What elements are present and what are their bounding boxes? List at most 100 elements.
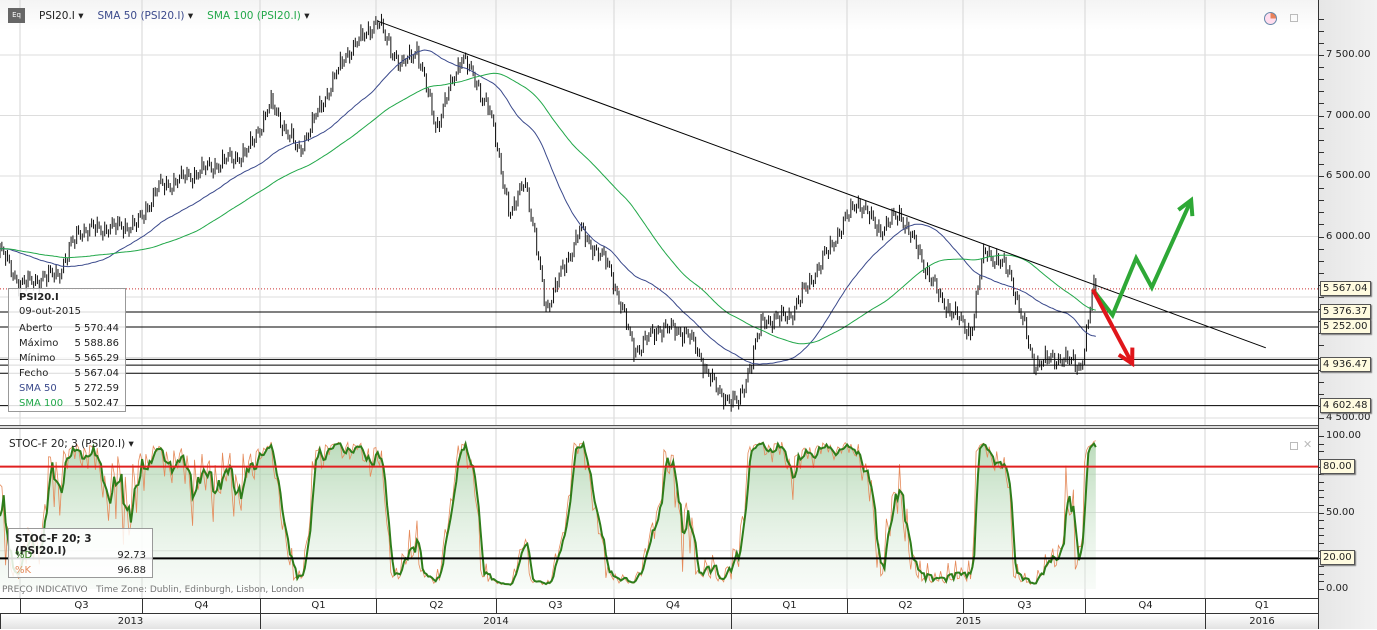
quarter-label: Q1 [260, 599, 376, 613]
close-icon[interactable]: ✕ [1303, 438, 1312, 451]
axis-tick [1318, 451, 1324, 453]
maximize-icon[interactable] [1290, 14, 1298, 22]
info-row: Mínimo 5 565.29 [19, 351, 119, 366]
info-row-value: 5 272.59 [74, 383, 119, 394]
stoch-d-label: %D [15, 550, 33, 561]
footer-timezone: Time Zone: Dublin, Edinburgh, Lisbon, Lo… [96, 585, 305, 595]
axis-tick [1318, 520, 1324, 522]
axis-tick [1318, 581, 1324, 583]
axis-tick [1318, 248, 1324, 250]
legend-stoch-label: STOC-F 20; 3 (PSI20.I) [9, 438, 126, 450]
axis-tick [1318, 91, 1324, 93]
band-value-box: 80.00 [1320, 458, 1355, 474]
axis-tick [1318, 381, 1324, 383]
level-price-box: 4 936.47 [1320, 357, 1371, 373]
axis-label-stoch: 50.00 [1326, 506, 1355, 518]
info-row-label: SMA 100 [19, 398, 64, 409]
axis-tick [1318, 42, 1324, 44]
legend-stoch[interactable]: STOC-F 20; 3 (PSI20.I) ▾ [9, 438, 134, 450]
band-value-box: 20.00 [1320, 550, 1355, 566]
axis-tick [1318, 79, 1324, 81]
axis-tick [1318, 345, 1324, 347]
stoch-k-label: %K [15, 565, 32, 576]
info-row-label: Aberto [19, 323, 53, 334]
info-row: Aberto 5 570.44 [19, 321, 119, 336]
quarter-label: Q2 [376, 599, 496, 613]
quarter-label: Q2 [847, 599, 963, 613]
level-price-box: 4 602.48 [1320, 397, 1371, 413]
axis-tick [1318, 127, 1324, 129]
year-label: 2015 [731, 613, 1205, 629]
legend-symbol-label: PSI20.I [39, 9, 75, 22]
price-info-box: PSI20.I 09-out-2015 Aberto 5 570.44 Máximo… [8, 288, 126, 412]
info-row: Fecho 5 567.04 [19, 366, 119, 381]
legend-symbol[interactable]: PSI20.I ▾ [39, 10, 84, 22]
info-row-label: Fecho [19, 368, 49, 379]
quarter-label: Q4 [142, 599, 260, 613]
axis-tick [1318, 151, 1324, 153]
instrument-icon: Eq [8, 8, 25, 23]
axis-tick [1318, 272, 1324, 274]
footer-note: PREÇO INDICATIVO Time Zone: Dublin, Edin… [2, 585, 304, 595]
axis-tick [1318, 504, 1324, 506]
info-row-label: Máximo [19, 338, 59, 349]
axis-tick [1318, 497, 1324, 499]
info-row: SMA 50 5 272.59 [19, 381, 119, 396]
axis-label-price: 6 500.00 [1326, 170, 1371, 181]
axis-tick [1318, 436, 1324, 437]
info-row-label: SMA 50 [19, 383, 57, 394]
axis-tick [1318, 163, 1324, 165]
axis-tick [1318, 260, 1324, 262]
quarter-label: Q4 [1085, 599, 1205, 613]
axis-tick [1318, 527, 1324, 529]
axis-tick [1318, 474, 1324, 476]
chart-legend: Eq PSI20.I ▾ SMA 50 (PSI20.I) ▾ SMA 100 … [8, 8, 310, 23]
axis-tick [1318, 297, 1324, 298]
info-date: 09-out-2015 [19, 306, 81, 317]
axis-tick [1318, 512, 1324, 514]
level-price-box: 5 252.00 [1320, 319, 1371, 334]
quarter-label: Q1 [1205, 599, 1318, 613]
stoch-info-box: STOC-F 20; 3 (PSI20.I) %D 92.73 %K 96.88 [8, 528, 153, 578]
maximize-icon[interactable] [1290, 442, 1298, 450]
axis-tick [1318, 481, 1324, 483]
legend-sma100[interactable]: SMA 100 (PSI20.I) ▾ [207, 10, 309, 22]
axis-tick [1318, 103, 1324, 105]
axis-tick [1318, 188, 1324, 190]
sma50-line [0, 49, 1096, 365]
quarter-label: Q3 [20, 599, 142, 613]
axis-tick [1318, 55, 1324, 56]
axis-tick [1318, 418, 1324, 419]
axis-tick [1318, 543, 1324, 545]
stoch-k-row: %K 96.88 [15, 563, 146, 578]
stochastic-chart [0, 429, 1318, 598]
axis-tick [1318, 139, 1324, 141]
price-chart [0, 0, 1318, 425]
year-label: 2014 [260, 613, 731, 629]
year-label: 2016 [1205, 613, 1318, 629]
level-price-box: 5 567.04 [1320, 280, 1371, 296]
info-row: Máximo 5 588.86 [19, 336, 119, 351]
axis-tick [1318, 566, 1324, 568]
info-title: PSI20.I [19, 292, 59, 303]
clock-icon[interactable] [1264, 12, 1277, 25]
quarter-label: Q4 [614, 599, 731, 613]
info-row-value: 5 567.04 [74, 368, 119, 379]
legend-sma50[interactable]: SMA 50 (PSI20.I) ▾ [98, 10, 194, 22]
info-row-value: 5 588.86 [74, 338, 119, 349]
axis-tick [1318, 176, 1324, 177]
time-axis[interactable]: Q3 Q4 Q1 Q2 Q3 Q4 Q1 Q2 Q3 Q4 Q1 2013 2014 2015 2016 [0, 598, 1318, 629]
info-row-value: 5 570.44 [74, 323, 119, 334]
axis-tick [1318, 115, 1324, 117]
price-chart-panel[interactable]: Eq PSI20.I ▾ SMA 50 (PSI20.I) ▾ SMA 100 … [0, 0, 1318, 425]
axis-tick [1318, 443, 1324, 445]
stochastic-panel[interactable]: STOC-F 20; 3 (PSI20.I) ▾ ✕ STOC-F 20; 3 … [0, 429, 1318, 598]
info-row: SMA 100 5 502.47 [19, 396, 119, 411]
stoch-d-value: 92.73 [117, 550, 146, 561]
axis-tick [1318, 224, 1324, 226]
axis-label-price: 6 000.00 [1326, 230, 1371, 242]
legend-sma50-label: SMA 50 (PSI20.I) [97, 9, 185, 22]
axis-label-stoch: 0.00 [1326, 583, 1349, 594]
axis-tick [1318, 236, 1324, 238]
legend-sma100-label: SMA 100 (PSI20.I) [207, 9, 301, 22]
